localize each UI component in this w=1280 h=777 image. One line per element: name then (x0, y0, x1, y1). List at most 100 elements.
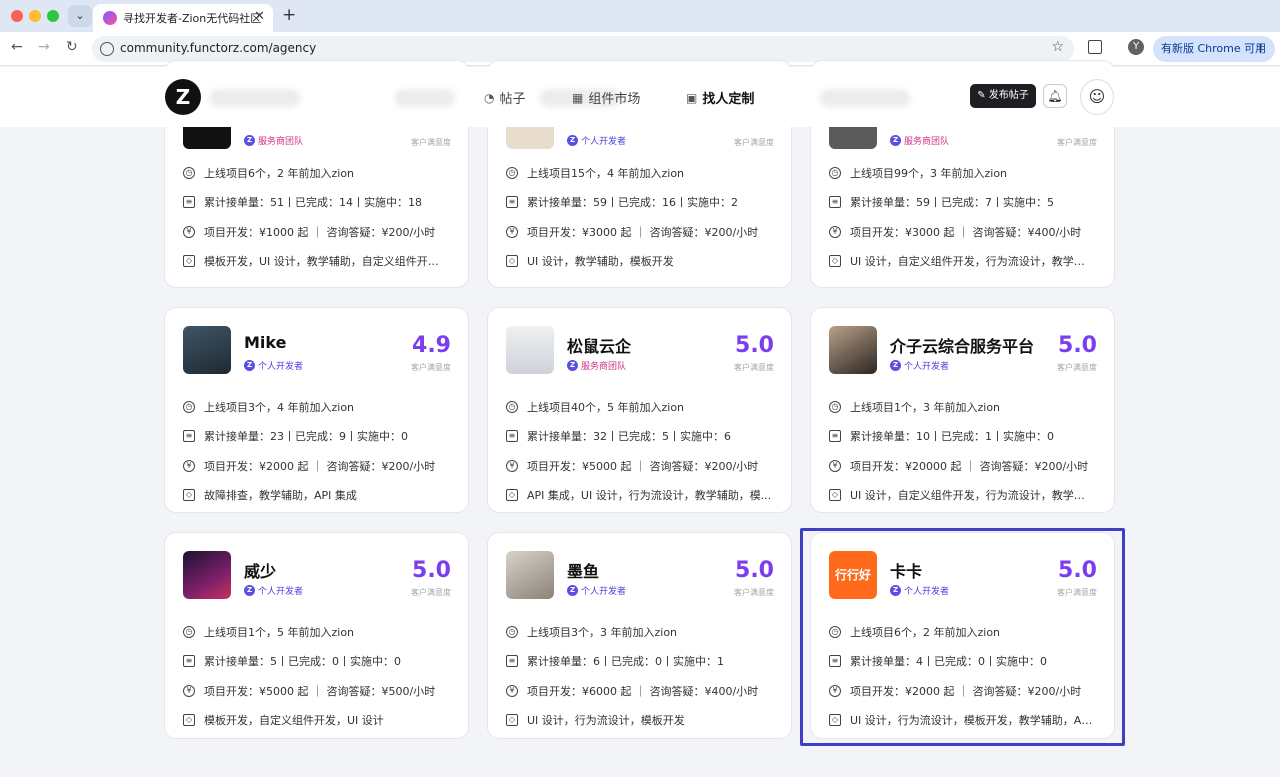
tag-icon: ◇ (183, 489, 195, 502)
chrome-update-button[interactable]: 有新版 Chrome 可用 ⋮ (1153, 36, 1275, 62)
yen-icon: ¥ (506, 225, 518, 238)
developer-avatar[interactable] (506, 326, 554, 374)
card-header: 墨鱼 Z 个人开发者 5.0 客户满意度 (506, 551, 774, 601)
badge-icon: Z (567, 135, 578, 146)
address-bar[interactable]: community.functorz.com/agency ☆ (92, 36, 1074, 62)
tag-icon: ◇ (829, 255, 841, 268)
url-text[interactable]: community.functorz.com/agency (120, 41, 316, 55)
badge-label: 个人开发者 (581, 587, 627, 597)
badge-icon: Z (244, 585, 255, 596)
skills-row: ◇ 模板开发，UI 设计，教学辅助，自定义组件开发... (183, 247, 453, 277)
price-row: ¥ 项目开发：¥3000 起 ｜ 咨询答疑：¥200/小时 (506, 217, 776, 247)
nav-find-developer[interactable]: ▣ 找人定制 (686, 88, 754, 108)
orders-row-text: 累计接单量：59丨已完成：16丨实施中：2 (527, 196, 738, 210)
tab-search-button[interactable]: ⌄ (68, 5, 92, 27)
back-icon[interactable]: ← (11, 39, 23, 55)
developer-card[interactable]: Mike Z 个人开发者 4.9 客户满意度 ◷ 上线项目3个，4 年前加入zio… (164, 307, 469, 513)
more-menu-icon[interactable]: ⋮ (1255, 36, 1266, 62)
skills-row: ◇ UI 设计，自定义组件开发，行为流设计，教学辅... (829, 481, 1099, 511)
bookmark-star-icon[interactable]: ☆ (1051, 39, 1064, 55)
satisfaction-label: 客户满意度 (1057, 138, 1097, 147)
developer-card[interactable]: 威少 Z 个人开发者 5.0 客户满意度 ◷ 上线项目1个，5 年前加入zion … (164, 532, 469, 739)
extensions-icon[interactable] (1088, 40, 1102, 54)
orders-row-text: 累计接单量：51丨已完成：14丨实施中：18 (204, 196, 422, 210)
price-row: ¥ 项目开发：¥5000 起 ｜ 咨询答疑：¥200/小时 (506, 451, 776, 481)
document-icon: ≡ (506, 655, 518, 668)
zion-logo[interactable]: Z (165, 79, 201, 115)
nav-posts[interactable]: ◔ 帖子 (484, 88, 526, 108)
profile-avatar[interactable]: Y (1128, 39, 1144, 55)
skills-row-text: 故障排查，教学辅助，API 集成 (204, 489, 357, 503)
skills-row-text: API 集成，UI 设计，行为流设计，教学辅助，模... (527, 489, 772, 503)
price-row-text: 项目开发：¥5000 起 ｜ 咨询答疑：¥500/小时 (204, 684, 436, 698)
skills-row: ◇ 模板开发，自定义组件开发，UI 设计 (183, 706, 453, 736)
nav-component-market[interactable]: ▦ 组件市场 (572, 88, 640, 108)
badge-label: 个人开发者 (258, 587, 304, 597)
developer-name[interactable]: 墨鱼 (567, 558, 599, 582)
price-row-text: 项目开发：¥6000 起 ｜ 咨询答疑：¥400/小时 (527, 684, 759, 698)
yen-icon: ¥ (506, 684, 518, 697)
developer-name[interactable]: 介子云综合服务平台 (890, 333, 1034, 357)
forward-icon[interactable]: → (38, 39, 50, 55)
developer-avatar[interactable] (829, 326, 877, 374)
card-details: ◷ 上线项目99个，3 年前加入zion ≡ 累计接单量：59丨已完成：7丨实施… (829, 158, 1099, 276)
developer-avatar[interactable] (183, 326, 231, 374)
site-info-icon[interactable] (100, 42, 114, 56)
browser-tabbar: ⌄ 寻找开发者-Zion无代码社区 ✕ + (0, 0, 1280, 32)
publish-post-button[interactable]: ✎ 发布帖子 (970, 84, 1036, 108)
skills-row: ◇ UI 设计，自定义组件开发，行为流设计，教学辅... (829, 247, 1099, 277)
skills-row: ◇ API 集成，UI 设计，行为流设计，教学辅助，模... (506, 481, 776, 511)
price-row-text: 项目开发：¥2000 起 ｜ 咨询答疑：¥200/小时 (204, 459, 436, 473)
price-row: ¥ 项目开发：¥1000 起 ｜ 咨询答疑：¥200/小时 (183, 217, 453, 247)
projects-row-text: 上线项目3个，4 年前加入zion (204, 400, 355, 414)
badge-label: 个人开发者 (904, 362, 950, 372)
developer-card[interactable]: 松鼠云企 Z 服务商团队 5.0 客户满意度 ◷ 上线项目40个，5 年前加入zi… (487, 307, 792, 513)
reload-icon[interactable]: ↻ (66, 39, 78, 55)
developer-type-badge: Z 个人开发者 (567, 584, 626, 597)
yen-icon: ¥ (183, 459, 195, 472)
orders-row: ≡ 累计接单量：59丨已完成：7丨实施中：5 (829, 188, 1099, 218)
browser-tab[interactable]: 寻找开发者-Zion无代码社区 ✕ (93, 4, 273, 32)
projects-row-text: 上线项目15个，4 年前加入zion (527, 166, 685, 180)
satisfaction-label: 客户满意度 (734, 363, 774, 372)
card-details: ◷ 上线项目15个，4 年前加入zion ≡ 累计接单量：59丨已完成：16丨实… (506, 158, 776, 276)
card-header: 介子云综合服务平台 Z 个人开发者 5.0 客户满意度 (829, 326, 1097, 376)
satisfaction-score: 5.0 (735, 558, 774, 583)
badge-icon: Z (890, 135, 901, 146)
badge-icon: Z (567, 585, 578, 596)
projects-row: ◷ 上线项目99个，3 年前加入zion (829, 158, 1099, 188)
favicon-icon (103, 11, 117, 25)
clock-icon: ◷ (183, 166, 195, 179)
tag-icon: ◇ (506, 714, 518, 727)
clock-icon: ◷ (506, 625, 518, 638)
satisfaction-score: 5.0 (1058, 333, 1097, 358)
skills-row-text: UI 设计，教学辅助，模板开发 (527, 255, 674, 269)
price-row-text: 项目开发：¥1000 起 ｜ 咨询答疑：¥200/小时 (204, 225, 436, 239)
minimize-window-button[interactable] (29, 10, 41, 22)
skills-row-text: UI 设计，自定义组件开发，行为流设计，教学辅... (850, 255, 1095, 269)
document-icon: ≡ (829, 430, 841, 443)
developer-card[interactable]: 介子云综合服务平台 Z 个人开发者 5.0 客户满意度 ◷ 上线项目1个，3 年前… (810, 307, 1115, 513)
close-tab-icon[interactable]: ✕ (254, 9, 265, 24)
developer-avatar[interactable] (506, 551, 554, 599)
tag-icon: ◇ (506, 255, 518, 268)
orders-row: ≡ 累计接单量：10丨已完成：1丨实施中：0 (829, 422, 1099, 452)
satisfaction-label: 客户满意度 (734, 138, 774, 147)
developer-name[interactable]: 松鼠云企 (567, 333, 631, 357)
developer-card[interactable]: 墨鱼 Z 个人开发者 5.0 客户满意度 ◷ 上线项目3个，3 年前加入zion … (487, 532, 792, 739)
orders-row-text: 累计接单量：59丨已完成：7丨实施中：5 (850, 196, 1054, 210)
close-window-button[interactable] (11, 10, 23, 22)
posts-icon: ◔ (484, 90, 495, 105)
user-avatar[interactable]: ☺ (1080, 79, 1114, 115)
new-tab-button[interactable]: + (282, 5, 296, 25)
developer-name[interactable]: Mike (244, 333, 286, 352)
developer-type-badge: Z 个人开发者 (567, 134, 626, 147)
notification-bell-icon[interactable]: 🔔︎ (1043, 84, 1067, 108)
card-details: ◷ 上线项目3个，4 年前加入zion ≡ 累计接单量：23丨已完成：9丨实施中… (183, 392, 453, 510)
maximize-window-button[interactable] (47, 10, 59, 22)
document-icon: ≡ (829, 196, 841, 209)
clock-icon: ◷ (506, 166, 518, 179)
developer-avatar[interactable] (183, 551, 231, 599)
developer-name[interactable]: 威少 (244, 558, 276, 582)
price-row-text: 项目开发：¥5000 起 ｜ 咨询答疑：¥200/小时 (527, 459, 759, 473)
